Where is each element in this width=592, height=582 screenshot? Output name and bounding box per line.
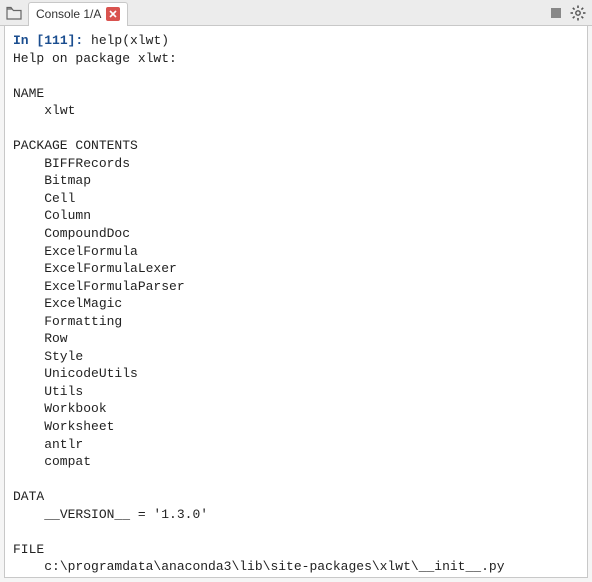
file-line: c:\programdata\anaconda3\lib\site-packag… [44, 559, 504, 574]
data-line: __VERSION__ = '1.3.0' [44, 507, 208, 522]
close-icon[interactable] [106, 7, 120, 21]
section-data-header: DATA [13, 489, 44, 504]
section-file-header: FILE [13, 542, 44, 557]
help-header: Help on package xlwt: [13, 51, 177, 66]
command-text: help(xlwt) [91, 33, 169, 48]
section-name-header: NAME [13, 86, 44, 101]
name-value: xlwt [44, 103, 75, 118]
tab-bar: Console 1/A [0, 0, 592, 26]
console-output[interactable]: In [111]: help(xlwt) Help on package xlw… [4, 26, 588, 578]
tabbar-actions [548, 5, 588, 21]
tab-console-1a[interactable]: Console 1/A [28, 2, 128, 26]
package-contents-list: BIFFRecords Bitmap Cell Column CompoundD… [13, 156, 185, 469]
stop-icon[interactable] [548, 5, 564, 21]
gear-icon[interactable] [570, 5, 586, 21]
prompt-close: ]: [68, 33, 91, 48]
prompt-in-label: In [ [13, 33, 44, 48]
prompt-number: 111 [44, 33, 67, 48]
folder-icon[interactable] [6, 6, 22, 20]
section-contents-header: PACKAGE CONTENTS [13, 138, 138, 153]
tab-label: Console 1/A [36, 7, 101, 21]
